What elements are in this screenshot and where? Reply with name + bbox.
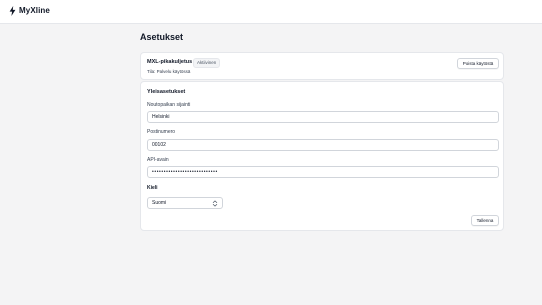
api-key-label: API-avain: [147, 157, 169, 163]
page-title: Asetukset: [140, 32, 184, 42]
pickup-location-input[interactable]: Helsinki: [147, 111, 499, 123]
save-button[interactable]: Tallenna: [471, 215, 499, 226]
service-status: Tila: Palvelu käytössä: [147, 69, 191, 74]
api-key-input[interactable]: ••••••••••••••••••••••••••••: [147, 166, 499, 178]
service-name: MXL-pikakuljetus: [147, 59, 193, 65]
language-selected-value: Suomi: [152, 200, 167, 206]
bolt-icon: [9, 6, 16, 16]
language-label: Kieli: [147, 185, 158, 191]
top-bar: MyXline: [0, 0, 542, 24]
section-title: Yleisasetukset: [147, 89, 186, 95]
status-badge: Aktiivinen: [193, 58, 221, 68]
postal-code-input[interactable]: 00102: [147, 139, 499, 151]
pickup-location-label: Noutopaikan sijainti: [147, 102, 191, 108]
chevron-up-down-icon: [212, 200, 218, 207]
general-settings-card: Yleisasetukset Noutopaikan sijainti Hels…: [140, 81, 504, 231]
language-select[interactable]: Suomi: [147, 197, 223, 209]
service-card: MXL-pikakuljetus Aktiivinen Tila: Palvel…: [140, 52, 504, 80]
app-name: MyXline: [19, 6, 50, 15]
brand[interactable]: MyXline: [9, 6, 50, 16]
disable-service-button[interactable]: Poista käytöstä: [457, 58, 499, 69]
postal-code-label: Postinumero: [147, 129, 176, 135]
